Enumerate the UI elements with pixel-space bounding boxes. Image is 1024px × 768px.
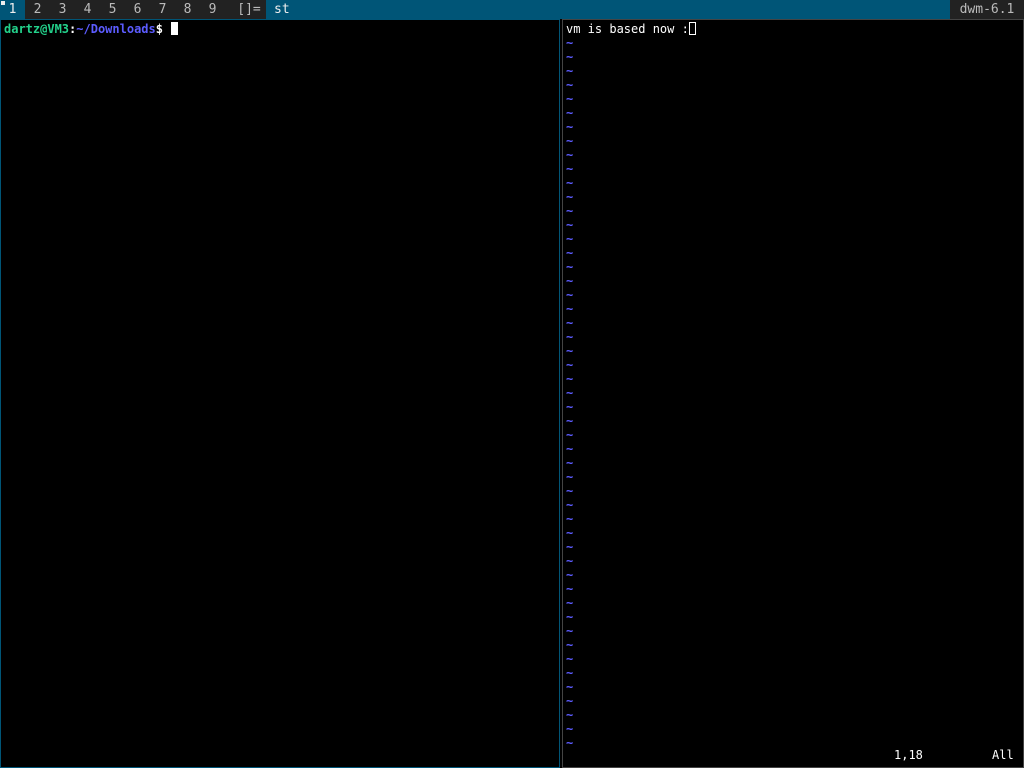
tag-7[interactable]: 7 [150, 0, 175, 19]
status-text: dwm-6.1 [950, 0, 1024, 19]
prompt-host: VM3 [47, 22, 70, 36]
tag-label: 1 [8, 2, 17, 17]
tag-label: 7 [158, 2, 167, 17]
tag-8[interactable]: 8 [175, 0, 200, 19]
layout-symbol[interactable]: []= [232, 0, 266, 19]
tag-3[interactable]: 3 [50, 0, 75, 19]
prompt-dollar: $ [155, 22, 171, 36]
tag-label: 4 [83, 2, 92, 17]
vim-cursor [688, 22, 696, 35]
tag-6[interactable]: 6 [125, 0, 150, 19]
vim-scroll-indicator: All [992, 748, 1014, 762]
terminal-window-vim[interactable]: vm is based now : ~ ~ ~ ~ ~ ~ ~ ~ ~ ~ ~ … [562, 19, 1024, 768]
window-title[interactable]: st [266, 0, 950, 19]
vim-line-text: vm is based now : [566, 22, 689, 36]
dwm-bar: 1 2 3 4 5 6 7 8 9 []= st dwm-6.1 [0, 0, 1024, 19]
text-cursor [171, 22, 179, 35]
tag-2[interactable]: 2 [25, 0, 50, 19]
vim-empty-line-markers: ~ ~ ~ ~ ~ ~ ~ ~ ~ ~ ~ ~ ~ ~ ~ ~ ~ ~ ~ ~ … [566, 36, 574, 750]
vim-buffer-line: vm is based now : [566, 22, 696, 36]
tag-5[interactable]: 5 [100, 0, 125, 19]
vim-cursor-position: 1,18 [894, 748, 923, 762]
tag-label: 9 [208, 2, 217, 17]
tag-label: 8 [183, 2, 192, 17]
tag-label: 2 [33, 2, 42, 17]
tag-label: 5 [108, 2, 117, 17]
tag-label: 3 [58, 2, 67, 17]
tag-1[interactable]: 1 [0, 0, 25, 19]
occupied-indicator [1, 1, 5, 5]
terminal-window-shell[interactable]: dartz@VM3:~/Downloads$ [0, 19, 560, 768]
tag-4[interactable]: 4 [75, 0, 100, 19]
shell-prompt: dartz@VM3:~/Downloads$ [4, 22, 179, 36]
tag-9[interactable]: 9 [200, 0, 225, 19]
prompt-path: ~/Downloads [76, 22, 156, 36]
tag-label: 6 [133, 2, 142, 17]
prompt-user: dartz [4, 22, 41, 36]
